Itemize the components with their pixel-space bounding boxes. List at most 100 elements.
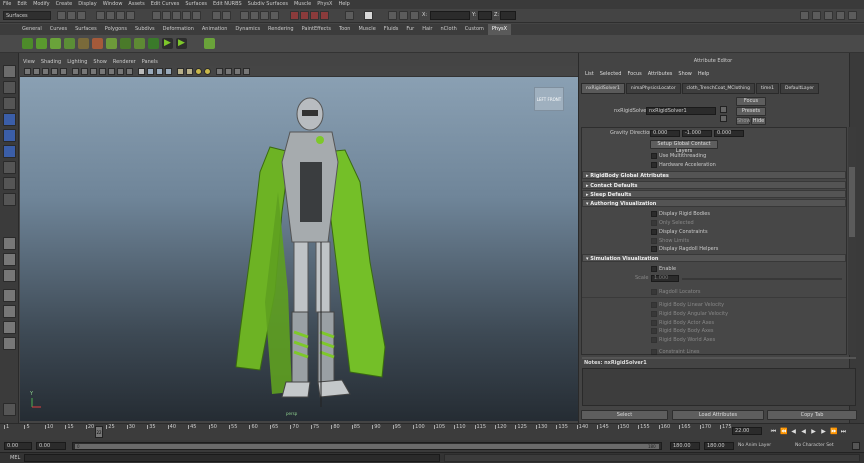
two-pane-layout-icon[interactable] — [3, 269, 16, 282]
range-bar[interactable]: 0 180 — [72, 442, 662, 450]
menu-item[interactable]: Edit — [17, 0, 27, 9]
snap-point-icon[interactable] — [172, 11, 181, 20]
show-manipulator-icon[interactable] — [3, 193, 16, 206]
focus-button[interactable]: Focus — [736, 97, 766, 106]
start-time-field[interactable]: 0.00 — [4, 442, 32, 450]
viewport-menu-item[interactable]: Show — [93, 58, 107, 66]
physx-create-rigid-icon[interactable] — [22, 38, 33, 49]
body-axes-checkbox[interactable] — [651, 328, 657, 334]
section-contact[interactable]: ▸ Contact Defaults — [582, 181, 846, 189]
playback-end-field[interactable]: 180.00 — [670, 442, 700, 450]
angular-velocity-checkbox[interactable] — [651, 311, 657, 317]
relative-mode-icon[interactable] — [410, 11, 419, 20]
node-output-icon[interactable] — [720, 115, 727, 122]
history-icon[interactable] — [212, 11, 221, 20]
modeling-toolkit-icon[interactable] — [848, 11, 857, 20]
shelf-tab[interactable]: Toon — [335, 24, 355, 35]
shelf-tab[interactable]: Surfaces — [71, 24, 101, 35]
render-view-icon[interactable] — [3, 403, 16, 416]
render-icon[interactable] — [240, 11, 249, 20]
menu-item[interactable]: Modify — [33, 0, 50, 9]
shelf-tab[interactable]: nCloth — [437, 24, 461, 35]
display-ragdoll-helpers-checkbox[interactable] — [651, 246, 657, 252]
ae-menu-item[interactable]: List — [585, 71, 594, 77]
snap-curve-icon[interactable] — [162, 11, 171, 20]
2d-pan-zoom-icon[interactable] — [60, 68, 67, 75]
shelf-tab[interactable]: Muscle — [354, 24, 379, 35]
shelf-tab[interactable]: Fur — [402, 24, 418, 35]
ae-tab[interactable]: nxRigidSolver1 — [581, 83, 625, 94]
toggle-panel-icon[interactable] — [364, 11, 373, 20]
step-simulation-icon[interactable]: ▶ — [176, 38, 187, 49]
layer-editor-icon[interactable] — [812, 11, 821, 20]
open-scene-icon[interactable] — [67, 11, 76, 20]
section-authoring[interactable]: ▾ Authoring Visualization — [582, 199, 846, 207]
scale-field[interactable]: 1.000 — [651, 275, 679, 282]
presets-button[interactable]: Presets — [736, 107, 766, 116]
ae-tab[interactable]: cloth_TrenchCoat_MClothing — [681, 83, 755, 94]
new-scene-icon[interactable] — [57, 11, 66, 20]
hardware-acceleration-checkbox[interactable] — [651, 162, 657, 168]
play-simulation-icon[interactable]: ▶ — [162, 38, 173, 49]
shelf-tab[interactable]: General — [18, 24, 46, 35]
use-multithreading-checkbox[interactable] — [651, 153, 657, 159]
gravity-z-field[interactable]: 0.000 — [714, 130, 744, 137]
current-frame-marker[interactable]: 22 — [95, 426, 103, 438]
linear-velocity-checkbox[interactable] — [651, 302, 657, 308]
show-button[interactable]: Show — [736, 117, 751, 125]
physx-cloth-icon[interactable] — [50, 38, 61, 49]
gate-mask-icon[interactable] — [99, 68, 106, 75]
universal-manip-icon[interactable] — [3, 161, 16, 174]
shadows-icon[interactable] — [186, 68, 193, 75]
select-component-icon[interactable] — [116, 11, 125, 20]
scale-slider[interactable] — [682, 278, 842, 280]
default-light-icon[interactable] — [195, 68, 202, 75]
ae-menu-item[interactable]: Attributes — [648, 71, 673, 77]
input-line-icon[interactable] — [345, 11, 354, 20]
current-time-field[interactable]: 22.00 — [732, 427, 762, 435]
shelf-tab[interactable]: Custom — [461, 24, 488, 35]
viewcube[interactable]: LEFT FRONT — [534, 87, 564, 111]
snap-view-plane-icon[interactable] — [182, 11, 191, 20]
copy-tab-button[interactable]: Copy Tab — [767, 410, 857, 420]
use-all-lights-icon[interactable] — [177, 68, 184, 75]
ae-menu-item[interactable]: Focus — [627, 71, 641, 77]
scale-tool-icon[interactable] — [3, 145, 16, 158]
select-tool-icon[interactable] — [3, 65, 16, 78]
menu-item[interactable]: Surfaces — [185, 0, 207, 9]
outliner-layout-icon[interactable] — [3, 289, 16, 302]
range-handle[interactable] — [75, 444, 659, 449]
ae-tab[interactable]: nimaPhysicsLocator — [625, 83, 681, 94]
rigid-icon[interactable] — [320, 11, 329, 20]
select-button[interactable]: Select — [581, 410, 668, 420]
ae-menu-item[interactable]: Help — [698, 71, 709, 77]
move-tool-icon[interactable] — [3, 113, 16, 126]
shelf-tab[interactable]: Subdivs — [131, 24, 159, 35]
gravity-x-field[interactable]: 0.000 — [650, 130, 680, 137]
go-to-end-icon[interactable]: ⏭ — [840, 428, 847, 435]
viewport-menu-item[interactable]: Renderer — [113, 58, 136, 66]
textured-icon[interactable] — [165, 68, 172, 75]
menu-item[interactable]: Assets — [128, 0, 144, 9]
physx-ragdoll-icon[interactable] — [78, 38, 89, 49]
xray-icon[interactable] — [216, 68, 223, 75]
transform-mode-icon[interactable] — [388, 11, 397, 20]
paint-select-tool-icon[interactable] — [3, 97, 16, 110]
safe-title-icon[interactable] — [126, 68, 133, 75]
menu-item[interactable]: Create — [56, 0, 73, 9]
script-editor-layout-icon[interactable] — [3, 337, 16, 350]
step-forward-key-icon[interactable]: ▶ — [820, 428, 827, 435]
physx-force-icon[interactable] — [92, 38, 103, 49]
hypershade-layout-icon[interactable] — [3, 321, 16, 334]
ragdoll-locators-checkbox[interactable] — [651, 289, 657, 295]
select-hierarchy-icon[interactable] — [96, 11, 105, 20]
ae-tab[interactable]: DefaultLayer — [779, 83, 819, 94]
play-forwards-icon[interactable]: ▶ — [810, 428, 817, 435]
high-quality-icon[interactable] — [243, 68, 250, 75]
shelf-tab[interactable]: Animation — [198, 24, 232, 35]
field-chart-icon[interactable] — [108, 68, 115, 75]
ae-scrollbar[interactable] — [848, 127, 856, 355]
single-pane-layout-icon[interactable] — [3, 237, 16, 250]
display-rigid-bodies-checkbox[interactable] — [651, 211, 657, 217]
shelf-tab[interactable]: Curves — [46, 24, 71, 35]
